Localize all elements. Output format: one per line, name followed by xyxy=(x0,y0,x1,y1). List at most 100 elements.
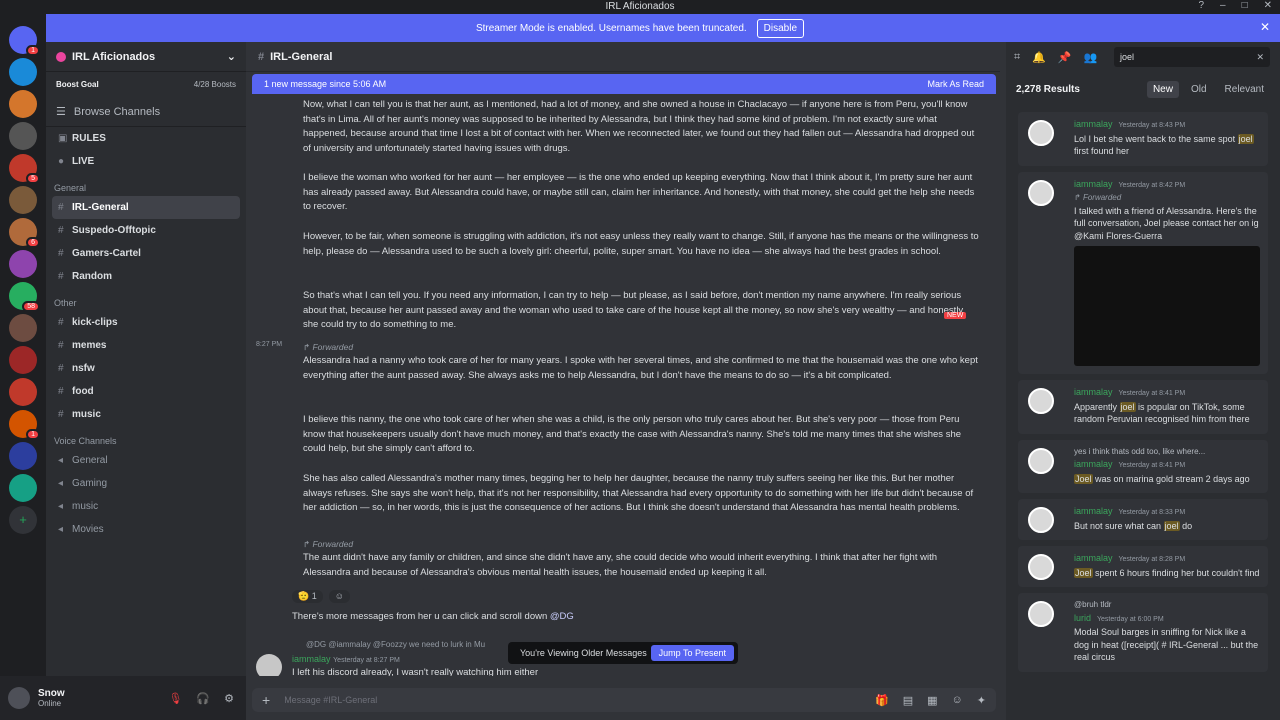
new-messages-bar[interactable]: 1 new message since 5:06 AM Mark As Read xyxy=(252,74,996,94)
timestamp: 8:27 PM xyxy=(256,341,283,348)
search-result[interactable]: iammalay Yesterday at 8:28 PM Joel spent 6… xyxy=(1018,546,1268,587)
search-input[interactable]: joel ✕ xyxy=(1114,47,1270,67)
message-input[interactable]: Message #IRL-General xyxy=(284,695,377,705)
sticker-icon[interactable]: ▦ xyxy=(927,694,937,707)
category-other[interactable]: Other xyxy=(46,288,246,311)
channel-nsfw[interactable]: # nsfw xyxy=(46,357,246,380)
jump-to-present-button[interactable]: Jump To Present xyxy=(650,645,734,661)
message-text: I believe this nanny, the one who took c… xyxy=(303,414,962,454)
server-icon[interactable]: 1 xyxy=(9,410,40,440)
minimize-icon[interactable]: – xyxy=(1220,0,1226,11)
search-result[interactable]: iammalay Yesterday at 8:33 PM But not sure… xyxy=(1018,499,1268,540)
members-icon[interactable]: 👥 xyxy=(1084,51,1098,64)
server-icon[interactable] xyxy=(9,58,37,86)
category-voice[interactable]: Voice Channels xyxy=(46,426,246,449)
notice-close-icon[interactable]: ✕ xyxy=(1260,20,1270,34)
forwarded-label: ↱ Forwarded xyxy=(303,539,354,549)
server-icon[interactable]: 58 xyxy=(9,282,40,312)
search-result[interactable]: iammalay Yesterday at 8:43 PM Lol I bet sh… xyxy=(1018,112,1268,166)
headset-icon[interactable]: 🎧 xyxy=(196,692,210,705)
server-icon[interactable] xyxy=(9,474,37,502)
server-icon[interactable] xyxy=(9,346,37,374)
server-icon[interactable] xyxy=(9,90,37,118)
server-icon[interactable]: 6 xyxy=(9,218,40,248)
avatar[interactable] xyxy=(256,654,282,676)
search-result[interactable]: iammalay Yesterday at 8:41 PM Apparently j… xyxy=(1018,380,1268,434)
search-result[interactable]: iammalay Yesterday at 8:42 PM ↱ Forwarded I… xyxy=(1018,171,1268,374)
message-author[interactable]: iammalay xyxy=(292,654,331,664)
channel-music[interactable]: # music xyxy=(46,403,246,426)
server-icon[interactable] xyxy=(9,186,37,214)
hash-icon: # xyxy=(58,386,64,397)
browse-channels[interactable]: ☰ Browse Channels xyxy=(46,97,246,127)
threads-icon[interactable]: ⌗ xyxy=(1014,51,1020,64)
older-messages-toast: You're Viewing Older Messages Jump To Pr… xyxy=(508,642,738,664)
channel-gamers-cartel[interactable]: # Gamers-Cartel xyxy=(46,242,246,265)
apps-icon[interactable]: ✦ xyxy=(977,694,986,707)
add-reaction-icon[interactable]: ☺ xyxy=(328,590,350,603)
channel-random[interactable]: # Random xyxy=(46,265,246,288)
home-icon[interactable]: 1 xyxy=(9,26,40,56)
plus-icon[interactable]: + xyxy=(262,692,270,708)
hash-icon: # xyxy=(58,202,64,213)
notice-text: Streamer Mode is enabled. Usernames have… xyxy=(475,22,747,34)
gif-icon[interactable]: ▤ xyxy=(903,694,913,707)
speaker-icon: ◂ xyxy=(58,478,64,489)
server-icon[interactable] xyxy=(9,250,37,278)
message-composer[interactable]: + Message #IRL-General 🎁 ▤ ▦ ☺ ✦ xyxy=(252,688,996,712)
category-general[interactable]: General xyxy=(46,173,246,196)
avatar[interactable] xyxy=(8,687,30,709)
channel-live[interactable]: ● LIVE xyxy=(46,150,246,173)
channel-food[interactable]: # food xyxy=(46,380,246,403)
sort-relevant[interactable]: Relevant xyxy=(1219,81,1270,98)
message-text: I left his discord already, I wasn't rea… xyxy=(292,667,539,676)
server-icon[interactable] xyxy=(9,442,37,470)
voice-gaming[interactable]: ◂ Gaming xyxy=(46,472,246,495)
reaction[interactable]: 🫡 1 xyxy=(292,590,323,603)
mention[interactable]: @DG xyxy=(550,611,574,622)
search-result[interactable]: yes i think thats odd too, like where...… xyxy=(1018,439,1268,493)
help-icon[interactable]: ? xyxy=(1198,0,1204,11)
server-icon[interactable]: 5 xyxy=(9,154,40,184)
mark-as-read-button[interactable]: Mark As Read xyxy=(927,79,984,89)
pin-icon[interactable]: 📌 xyxy=(1058,51,1072,64)
close-icon[interactable]: ✕ xyxy=(1264,0,1272,11)
sort-old[interactable]: Old xyxy=(1185,81,1213,98)
mute-icon[interactable]: 🎙 xyxy=(168,692,182,705)
voice-movies[interactable]: ◂ Movies xyxy=(46,518,246,541)
server-list: 1 5 6 58 1 + xyxy=(0,14,46,720)
channel-memes[interactable]: # memes xyxy=(46,334,246,357)
message-text: However, to be fair, when someone is str… xyxy=(303,231,979,257)
voice-general[interactable]: ◂ General xyxy=(46,449,246,472)
voice-music[interactable]: ◂ music xyxy=(46,495,246,518)
maximize-icon[interactable]: □ xyxy=(1242,0,1248,11)
boost-label: Boost Goal xyxy=(56,80,99,89)
gear-icon[interactable]: ⚙ xyxy=(224,692,234,705)
channel-suspedo-offtopic[interactable]: # Suspedo-Offtopic xyxy=(46,219,246,242)
emoji-icon[interactable]: ☺ xyxy=(952,694,963,707)
server-icon[interactable] xyxy=(9,314,37,342)
clear-search-icon[interactable]: ✕ xyxy=(1256,52,1264,63)
disable-button[interactable]: Disable xyxy=(756,18,805,38)
guild-name: IRL Aficionados xyxy=(72,50,156,63)
gift-icon[interactable]: 🎁 xyxy=(875,694,889,707)
channel-irl-general[interactable]: # IRL-General xyxy=(52,196,240,219)
title-bar: IRL Aficionados ? – □ ✕ xyxy=(0,0,1280,14)
attached-image[interactable] xyxy=(1074,246,1260,366)
chevron-down-icon[interactable]: ⌄ xyxy=(227,50,236,63)
avatar xyxy=(1028,120,1054,146)
browse-label: Browse Channels xyxy=(73,105,161,118)
server-icon[interactable] xyxy=(9,122,37,150)
search-result[interactable]: @bruh tldr lurid Yesterday at 6:00 PM Modal… xyxy=(1018,593,1268,672)
sort-new[interactable]: New xyxy=(1146,80,1179,98)
add-server-icon[interactable]: + xyxy=(9,506,37,534)
search-toolbar: ⌗ 🔔 📌 👥 joel ✕ xyxy=(1006,42,1280,72)
server-icon[interactable] xyxy=(9,378,37,406)
guild-icon xyxy=(56,51,66,62)
boost-goal[interactable]: Boost Goal 4/28 Boosts xyxy=(46,72,246,97)
channel-kick-clips[interactable]: # kick-clips xyxy=(46,311,246,334)
guild-header[interactable]: IRL Aficionados ⌄ xyxy=(46,42,246,72)
channel-header: # IRL-General xyxy=(246,42,1000,72)
channel-rules[interactable]: ▣ RULES xyxy=(46,127,246,150)
bell-icon[interactable]: 🔔 xyxy=(1032,51,1046,64)
